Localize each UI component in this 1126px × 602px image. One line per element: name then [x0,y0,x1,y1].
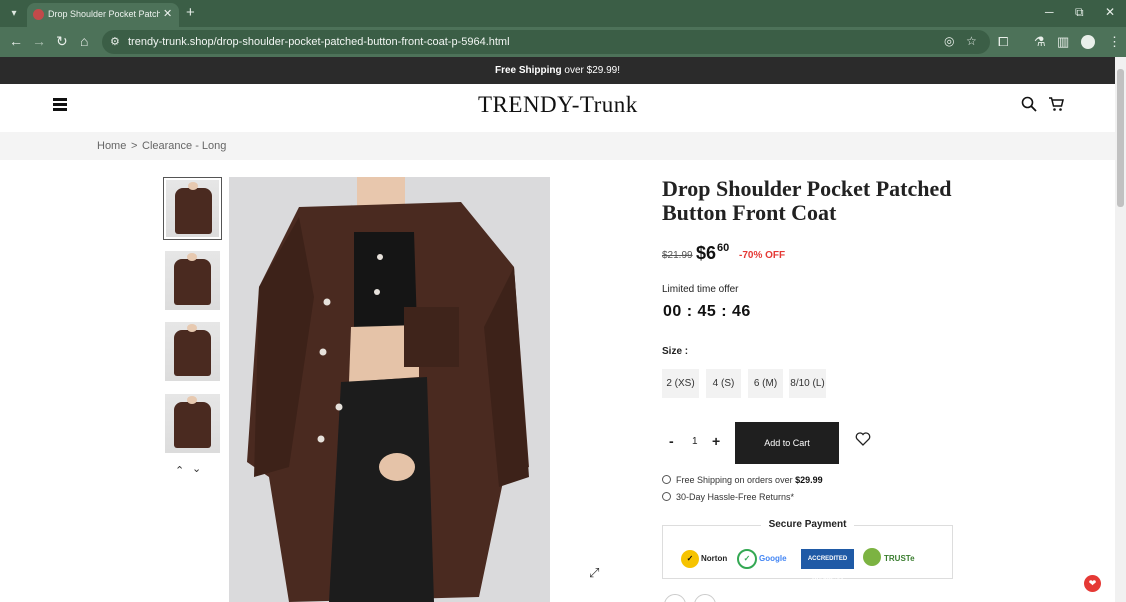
breadcrumb-separator: > [131,140,138,152]
reload-icon[interactable]: ↻ [56,33,68,50]
search-icon[interactable] [1021,96,1037,112]
eye-off-icon[interactable]: ◎ [944,34,954,48]
window-close-icon[interactable]: ✕ [1105,5,1115,19]
secure-payment-title: Secure Payment [760,519,855,530]
toolbar: ← → ↻ ⌂ ⚙ trendy-trunk.shop/drop-shoulde… [0,27,1126,57]
breadcrumb-category[interactable]: Clearance - Long [142,140,226,152]
expand-icon[interactable]: ⤢ [589,565,599,581]
star-icon[interactable]: ☆ [966,34,977,48]
chevron-down-icon[interactable]: ⌄ [192,462,201,475]
announcement-text: over $29.99! [561,65,621,76]
norton-badge: Norton [681,546,731,572]
truste-badge: TRUSTe [863,546,935,572]
offer-label: Limited time offer [662,284,739,295]
perk-text: 30-Day Hassle-Free Returns* [676,492,795,502]
gallery-thumbnail[interactable] [163,392,222,455]
add-to-cart-button[interactable]: Add to Cart [735,422,839,464]
heart-icon[interactable] [855,432,871,446]
forward-icon[interactable]: → [32,33,46,49]
new-tab-icon[interactable]: + [186,4,195,21]
size-label: Size : [662,346,689,357]
product-photo [229,177,550,602]
gallery-thumbnail[interactable] [163,320,222,383]
minimize-icon[interactable]: ─ [1045,5,1054,19]
scroll-thumb[interactable] [1117,69,1124,207]
profile-icon[interactable] [1081,35,1095,49]
url-text[interactable]: trendy-trunk.shop/drop-shoulder-pocket-p… [128,36,510,48]
home-icon[interactable]: ⌂ [80,33,88,49]
tab-search-icon[interactable]: ▾ [6,6,22,22]
perk-returns: 30-Day Hassle-Free Returns* [662,492,794,502]
breadcrumb: Home > Clearance - Long [0,132,1115,160]
countdown-timer: 00 : 45 : 46 [663,303,751,320]
announcement-bar: Free Shipping over $29.99! [0,57,1115,84]
chat-icon[interactable]: ❤ [1084,575,1101,592]
size-option[interactable]: 2 (XS) [662,369,699,398]
check-circle-icon [662,475,671,484]
perk-amount: $29.99 [795,475,823,485]
check-circle-icon [662,492,671,501]
social-share-icon[interactable] [694,594,716,602]
chevron-up-icon[interactable]: ⌃ [175,464,184,477]
active-tab[interactable]: Drop Shoulder Pocket Patched ✕ [27,3,179,27]
social-share-icon[interactable] [664,594,686,602]
breadcrumb-home[interactable]: Home [97,140,126,152]
favicon-icon [33,9,44,20]
cart-icon[interactable] [1048,96,1064,112]
size-option[interactable]: 6 (M) [748,369,783,398]
sidebar-icon[interactable]: ▥ [1057,34,1069,50]
tab-strip: ▾ Drop Shoulder Pocket Patched ✕ + ─ ⧉ ✕ [0,0,1126,27]
size-option[interactable]: 4 (S) [706,369,741,398]
quantity-decrease-button[interactable]: - [669,433,674,449]
product-title: Drop Shoulder Pocket Patched Button Fron… [662,176,952,225]
site-info-icon[interactable]: ⚙ [110,35,120,48]
original-price: $21.99 [662,250,693,261]
tab-title: Drop Shoulder Pocket Patched [48,9,160,19]
discount-badge: -70% OFF [739,250,786,261]
close-icon[interactable]: ✕ [163,7,172,20]
size-option[interactable]: 8/10 (L) [789,369,826,398]
back-icon[interactable]: ← [9,33,23,49]
perk-text: Free Shipping on orders over [676,475,796,485]
more-icon[interactable]: ⋮ [1108,34,1121,50]
site-logo[interactable]: TRENDY-Trunk [478,92,638,118]
bbb-badge: ACCREDITED BUSINESS [801,549,854,582]
quantity-input[interactable]: 1 [692,436,698,447]
chrome-labs-icon[interactable]: ⚗ [1034,34,1046,50]
announcement-bold: Free Shipping [494,65,562,76]
extensions-icon[interactable]: ⧠ [998,34,1008,50]
gallery-thumbnail[interactable] [163,177,222,240]
page-scrollbar[interactable] [1115,57,1126,602]
sale-price: $6 [696,243,717,263]
gallery-thumbnail[interactable] [163,249,222,312]
google-trusted-badge: Google [737,546,791,572]
product-main-image[interactable] [229,177,550,602]
menu-icon[interactable] [53,98,67,111]
secure-payment-box: Secure Payment Norton Google ACCREDITED … [662,519,953,582]
sale-price-cents: 60 [717,242,730,254]
address-bar[interactable]: ⚙ trendy-trunk.shop/drop-shoulder-pocket… [102,30,990,54]
perk-free-shipping: Free Shipping on orders over $29.99 [662,475,823,485]
quantity-increase-button[interactable]: + [712,433,720,449]
restore-icon[interactable]: ⧉ [1075,5,1084,20]
site-header: TRENDY-Trunk [0,84,1115,132]
